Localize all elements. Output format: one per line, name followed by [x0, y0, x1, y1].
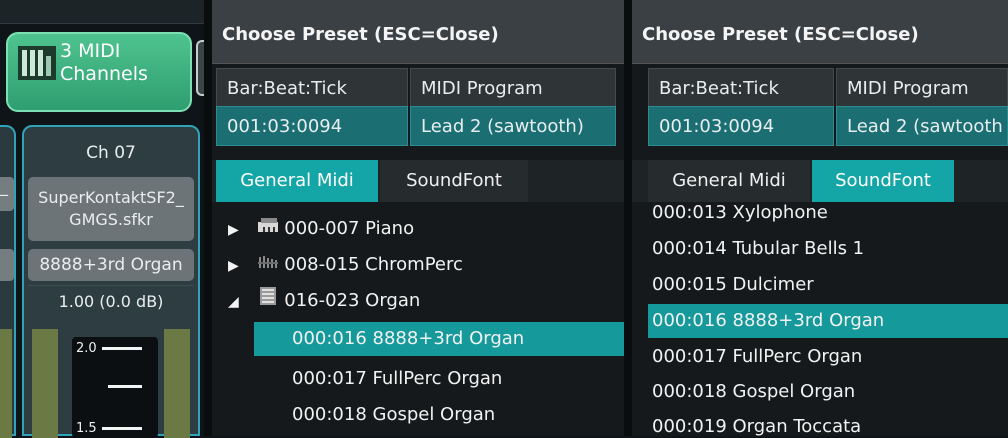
channel-title: Ch 07: [86, 143, 136, 163]
tree-group-label: 008-015 ChromPerc: [284, 254, 463, 275]
soundfont-line2: GMGS.sfkr: [69, 210, 153, 229]
channel-program-button[interactable]: 8888+3rd Organ: [28, 249, 194, 281]
tab-soundfont[interactable]: SoundFont: [380, 160, 528, 202]
fader-tick: [102, 347, 142, 350]
organ-icon: [257, 284, 279, 318]
midi-channels-line1: 3 MIDI: [60, 40, 121, 62]
piano-icon: [257, 212, 279, 246]
tree-group-label: 000-007 Piano: [284, 218, 415, 239]
value-bar-beat-tick[interactable]: 001:03:0094: [216, 106, 408, 146]
panel-title: Choose Preset (ESC=Close): [642, 24, 919, 45]
preset-list-item[interactable]: 000:013 Xylophone: [632, 198, 1008, 228]
panel-divider: [624, 0, 632, 436]
timeline-strip: [0, 0, 206, 24]
channel-soundfont-button[interactable]: SuperKontaktSF2_ GMGS.sfkr: [28, 177, 194, 241]
tab-general-midi[interactable]: General Midi: [648, 160, 810, 202]
tree-group-organ[interactable]: ◢ 016-023 Organ: [212, 284, 624, 318]
value-bar-beat-tick[interactable]: 001:03:0094: [648, 106, 834, 146]
header-midi-program: MIDI Program: [410, 68, 616, 108]
value-midi-program[interactable]: Lead 2 (sawtooth): [410, 106, 616, 146]
level-meter-left: [32, 329, 58, 438]
midi-channels-line2: Channels: [60, 63, 148, 85]
choose-preset-panel-general-midi: Choose Preset (ESC=Close) Bar:Beat:Tick …: [212, 0, 624, 436]
preset-list-item[interactable]: 000:019 Organ Toccata: [632, 410, 1008, 436]
previous-channel-soundfont[interactable]: _: [0, 177, 14, 211]
preset-list-item[interactable]: 000:018 Gospel Organ: [632, 375, 1008, 409]
volume-fader[interactable]: 2.0 1.5: [72, 337, 158, 438]
tree-group-chromperc[interactable]: ▶ 008-015 ChromPerc: [212, 248, 624, 282]
header-midi-program: MIDI Program: [836, 68, 1008, 108]
fader-scale-bottom: 1.5: [76, 421, 97, 436]
channel-volume-readout: 1.00 (0.0 dB): [28, 285, 194, 317]
soundfont-line1: SuperKontaktSF2_: [38, 188, 184, 207]
midi-meter-icon: [18, 46, 56, 80]
collapse-arrow-icon[interactable]: ◢: [228, 294, 239, 310]
preset-list-item[interactable]: 000:017 FullPerc Organ: [632, 340, 1008, 374]
header-bar-beat-tick: Bar:Beat:Tick: [648, 68, 834, 108]
tree-item-preset[interactable]: 000:018 Gospel Organ: [254, 398, 624, 432]
expand-arrow-icon[interactable]: ▶: [228, 222, 239, 238]
panel-title: Choose Preset (ESC=Close): [222, 24, 499, 45]
tree-group-piano[interactable]: ▶ 000-007 Piano: [212, 212, 624, 246]
preset-tab-bar: General Midi SoundFont: [632, 160, 1008, 202]
channel-strip: Ch 07 SuperKontaktSF2_ GMGS.sfkr 8888+3r…: [22, 125, 200, 438]
preset-list-item-selected[interactable]: 000:016 8888+3rd Organ: [648, 304, 1008, 338]
tab-general-midi[interactable]: General Midi: [216, 160, 378, 202]
level-meter-right: [164, 329, 190, 438]
previous-channel-meter: [0, 329, 12, 438]
choose-preset-panel-soundfont: Choose Preset (ESC=Close) Bar:Beat:Tick …: [632, 0, 1008, 436]
fader-handle[interactable]: [108, 385, 142, 388]
preset-tab-bar: General Midi SoundFont: [212, 160, 624, 202]
fader-scale-top: 2.0: [76, 341, 97, 356]
tree-item-preset-selected[interactable]: 000:016 8888+3rd Organ: [254, 322, 624, 356]
header-bar-beat-tick: Bar:Beat:Tick: [216, 68, 408, 108]
previous-channel-program[interactable]: [0, 249, 14, 281]
preset-list-item[interactable]: 000:014 Tubular Bells 1: [632, 232, 1008, 266]
chromatic-percussion-icon: [257, 248, 279, 282]
tree-item-preset[interactable]: 000:017 FullPerc Organ: [254, 362, 624, 396]
previous-channel-strip: _: [0, 125, 16, 438]
midi-channels-button[interactable]: 3 MIDI Channels: [6, 32, 192, 112]
expand-arrow-icon[interactable]: ▶: [228, 258, 239, 274]
tree-group-label: 016-023 Organ: [284, 290, 421, 311]
preset-list-item[interactable]: 000:015 Dulcimer: [632, 268, 1008, 302]
tab-soundfont[interactable]: SoundFont: [812, 160, 954, 202]
panel-header: Choose Preset (ESC=Close): [632, 0, 1008, 64]
value-midi-program[interactable]: Lead 2 (sawtooth: [836, 106, 1008, 146]
fader-tick: [102, 427, 142, 430]
midi-channels-label: 3 MIDI Channels: [60, 40, 148, 86]
panel-header: Choose Preset (ESC=Close): [212, 0, 624, 64]
